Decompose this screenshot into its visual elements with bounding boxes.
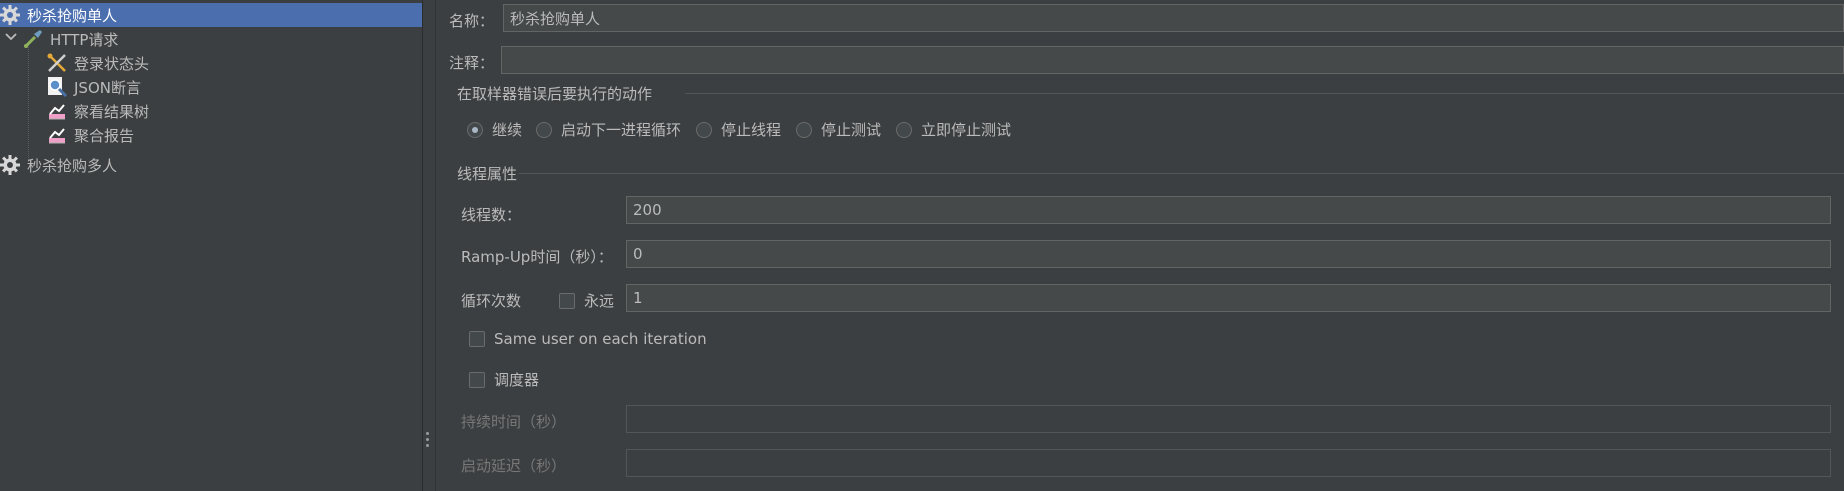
tree-item-http-request[interactable]: HTTP请求: [22, 27, 422, 51]
pipette-icon: [22, 28, 44, 50]
rampup-field[interactable]: [626, 240, 1831, 268]
radio-stop-test[interactable]: 停止测试: [796, 119, 881, 140]
tree-item-json-assertion[interactable]: JSON断言: [46, 75, 422, 99]
same-user-checkbox[interactable]: Same user on each iteration: [469, 330, 707, 348]
radio-selected-icon: [467, 121, 483, 138]
group-separator: [685, 93, 1844, 94]
radio-stop-thread[interactable]: 停止线程: [696, 119, 781, 140]
loop-count-label: 循环次数: [461, 292, 522, 310]
listener-chart-icon: [46, 100, 68, 122]
rampup-label: Ramp-Up时间（秒）：: [461, 248, 613, 266]
tree-item-thread-group-multi[interactable]: 秒杀抢购多人: [0, 153, 422, 177]
tree-item-header-manager[interactable]: 登录状态头: [46, 51, 422, 75]
duration-field: [626, 405, 1831, 433]
scheduler-checkbox[interactable]: 调度器: [469, 369, 539, 390]
tree-item-label: 察看结果树: [74, 102, 150, 121]
tree-item-label: 秒杀抢购单人: [27, 6, 118, 25]
chevron-down-icon[interactable]: [4, 30, 18, 44]
name-field[interactable]: [503, 4, 1844, 32]
comment-field[interactable]: [501, 46, 1844, 74]
radio-icon: [796, 121, 812, 138]
gear-icon: [0, 154, 21, 176]
tree-item-thread-group-single[interactable]: 秒杀抢购单人: [0, 3, 422, 27]
error-action-group-title: 在取样器错误后要执行的动作: [457, 85, 653, 103]
duration-label: 持续时间（秒）: [461, 413, 567, 431]
gear-icon: [0, 4, 21, 26]
comment-label: 注释：: [449, 54, 495, 72]
tree-item-aggregate-report[interactable]: 聚合报告: [46, 123, 422, 147]
tree-item-label: 聚合报告: [74, 126, 135, 145]
threads-field[interactable]: [626, 196, 1831, 224]
listener-chart-icon: [46, 124, 68, 146]
checkbox-icon: [559, 292, 575, 309]
radio-icon: [536, 121, 552, 138]
checkbox-icon: [469, 331, 485, 347]
radio-stop-test-now[interactable]: 立即停止测试: [896, 119, 1011, 140]
tools-icon: [46, 52, 68, 74]
radio-icon: [696, 121, 712, 138]
splitter-grip-icon[interactable]: [426, 432, 430, 450]
tree-item-view-results-tree[interactable]: 察看结果树: [46, 99, 422, 123]
radio-start-next-loop[interactable]: 启动下一进程循环: [536, 119, 681, 140]
group-separator: [519, 173, 1844, 174]
tree-item-label: 登录状态头: [74, 54, 150, 73]
name-label: 名称：: [449, 12, 495, 30]
magnifier-icon: [46, 76, 68, 98]
thread-group-editor: 名称： 注释： 在取样器错误后要执行的动作 继续 启动下一进程循环 停止线程 停…: [435, 0, 1844, 491]
checkbox-icon: [469, 371, 485, 388]
loop-count-field[interactable]: [626, 284, 1831, 312]
thread-properties-title: 线程属性: [457, 165, 518, 183]
startup-delay-label: 启动延迟（秒）: [461, 457, 567, 475]
test-plan-tree[interactable]: 秒杀抢购单人 HTTP请求 登录状态头 JSON断言 察看结果树 聚合报告 秒杀…: [0, 0, 422, 491]
forever-checkbox[interactable]: 永远: [559, 290, 614, 311]
threads-label: 线程数：: [461, 206, 522, 224]
tree-item-label: JSON断言: [74, 78, 141, 97]
startup-delay-field: [626, 449, 1831, 477]
split-pane-divider[interactable]: [422, 0, 436, 491]
tree-item-label: 秒杀抢购多人: [27, 156, 118, 175]
radio-icon: [896, 121, 912, 138]
tree-item-label: HTTP请求: [50, 30, 119, 49]
radio-continue[interactable]: 继续: [467, 119, 522, 140]
